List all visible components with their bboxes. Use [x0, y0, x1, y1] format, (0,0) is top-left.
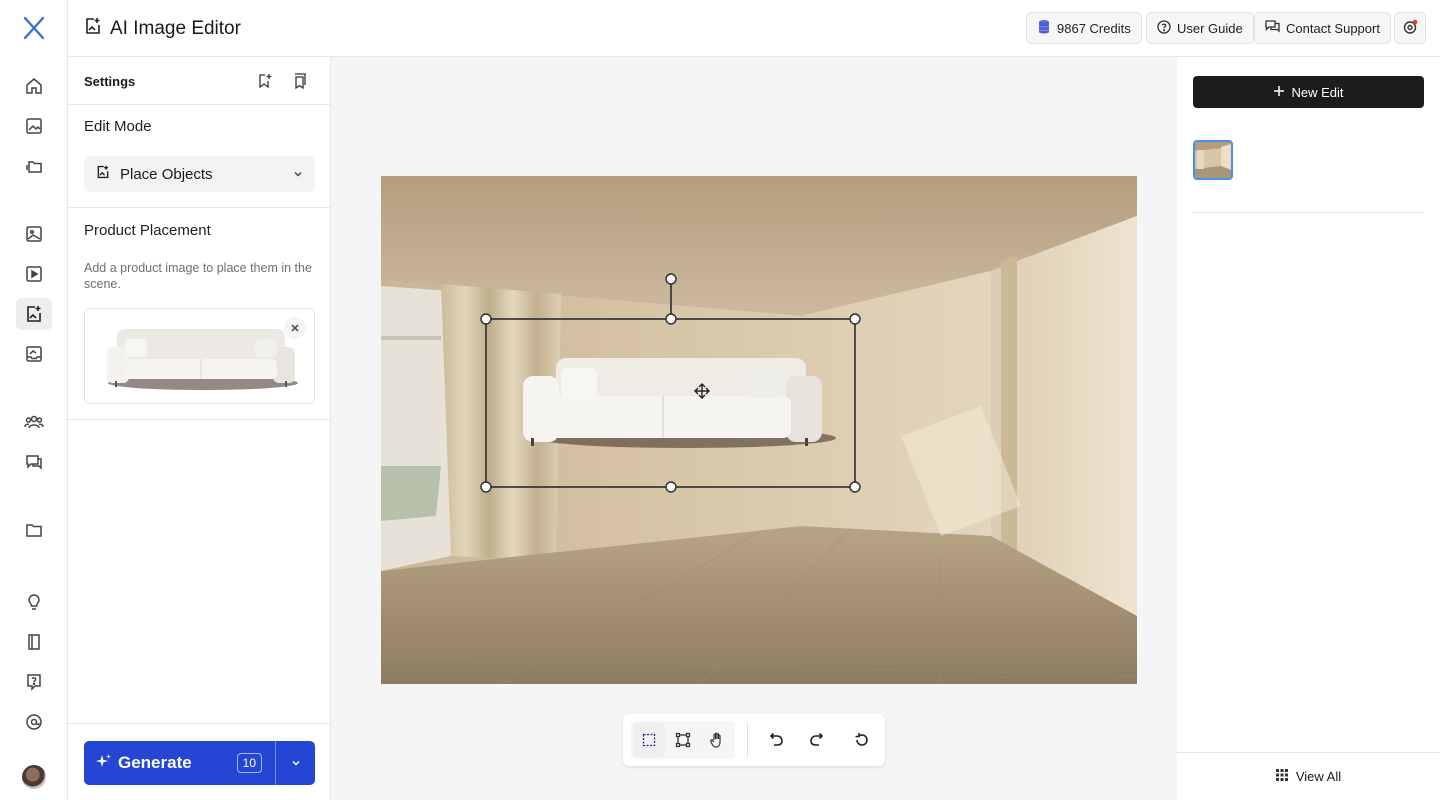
- history-panel: New Edit View All: [1177, 57, 1440, 800]
- chat-icon: [1265, 19, 1280, 37]
- at-sign-icon[interactable]: [24, 712, 44, 732]
- page-title-text: AI Image Editor: [110, 18, 241, 39]
- close-icon: [291, 324, 299, 332]
- chevron-down-icon: [291, 760, 300, 766]
- select-tool-icon[interactable]: [633, 723, 665, 757]
- product-placement-description: Add a product image to place them in the…: [84, 261, 312, 291]
- new-edit-button[interactable]: New Edit: [1193, 76, 1424, 108]
- user-guide-label: User Guide: [1177, 20, 1243, 36]
- avatar[interactable]: [22, 765, 46, 789]
- history-thumbnail[interactable]: [1193, 140, 1233, 180]
- image-gallery-icon[interactable]: [24, 116, 44, 136]
- chevron-down-icon: [293, 166, 303, 183]
- inbox-image-icon[interactable]: [24, 344, 44, 364]
- transform-tool-icon[interactable]: [667, 723, 699, 757]
- divider: [68, 419, 331, 420]
- divider: [1193, 212, 1424, 213]
- remove-product-button[interactable]: [284, 317, 306, 339]
- settings-header: Settings: [68, 57, 330, 105]
- video-icon[interactable]: [24, 264, 44, 284]
- redo-icon[interactable]: [804, 723, 834, 757]
- edit-mode-title: Edit Mode: [84, 118, 152, 135]
- top-header: AI Image Editor 9867 Credits User Guide …: [68, 0, 1440, 57]
- generate-main[interactable]: Generate: [84, 753, 237, 774]
- image-edit-icon[interactable]: [16, 298, 52, 330]
- user-guide-button[interactable]: User Guide: [1146, 12, 1254, 44]
- scene-image[interactable]: [381, 176, 1137, 684]
- reset-icon[interactable]: [847, 723, 877, 757]
- generate-options-dropdown[interactable]: [275, 741, 315, 785]
- sparkle-icon: [96, 753, 112, 774]
- image-edit-icon: [96, 165, 110, 183]
- new-edit-label: New Edit: [1291, 84, 1344, 100]
- credits-label: 9867 Credits: [1057, 20, 1131, 36]
- help-icon[interactable]: [24, 672, 44, 692]
- chat-icon[interactable]: [24, 452, 44, 472]
- folders-icon[interactable]: [24, 156, 44, 176]
- view-all-button[interactable]: View All: [1177, 752, 1440, 800]
- settings-title: Settings: [84, 74, 136, 89]
- tool-group: [631, 721, 735, 759]
- help-circle-icon: [1157, 19, 1171, 37]
- folder-icon[interactable]: [24, 520, 44, 540]
- plus-icon: [1273, 85, 1285, 100]
- bookmark-add-icon[interactable]: [257, 73, 273, 94]
- product-placement-title: Product Placement: [84, 222, 211, 239]
- page-title: AI Image Editor: [84, 17, 241, 41]
- icon-rail: [0, 0, 68, 800]
- canvas-toolbar: [623, 714, 885, 766]
- contact-support-button[interactable]: Contact Support: [1254, 12, 1391, 44]
- undo-icon[interactable]: [760, 723, 790, 757]
- generate-button[interactable]: Generate 10: [84, 741, 315, 785]
- view-all-label: View All: [1295, 769, 1342, 784]
- image-edit-icon: [84, 17, 102, 41]
- grid-icon: [1275, 769, 1288, 784]
- editor-canvas[interactable]: [331, 57, 1177, 800]
- lightbulb-icon[interactable]: [24, 592, 44, 612]
- product-image-card[interactable]: [84, 308, 315, 404]
- notification-bell-icon: [1402, 19, 1418, 38]
- settings-panel: Settings Edit Mode Place Objects Product…: [68, 57, 331, 800]
- team-icon[interactable]: [24, 412, 44, 432]
- pan-tool-icon[interactable]: [701, 723, 733, 757]
- bookmarks-icon[interactable]: [291, 73, 307, 94]
- contact-support-label: Contact Support: [1286, 20, 1380, 36]
- edit-mode-value: Place Objects: [120, 165, 213, 183]
- app-logo[interactable]: [20, 14, 48, 42]
- generate-label: Generate: [118, 753, 192, 772]
- divider: [68, 207, 331, 208]
- toolbar-divider: [747, 722, 748, 758]
- image-icon[interactable]: [24, 224, 44, 244]
- notifications-button[interactable]: [1394, 12, 1426, 44]
- home-icon[interactable]: [24, 76, 44, 96]
- edit-mode-select[interactable]: Place Objects: [84, 156, 315, 192]
- credits-button[interactable]: 9867 Credits: [1026, 12, 1142, 44]
- generate-cost-badge: 10: [236, 753, 262, 773]
- sofa-product-image: [107, 329, 298, 390]
- coins-icon: [1037, 19, 1051, 38]
- generate-footer: Generate 10: [68, 723, 331, 800]
- book-icon[interactable]: [24, 632, 44, 652]
